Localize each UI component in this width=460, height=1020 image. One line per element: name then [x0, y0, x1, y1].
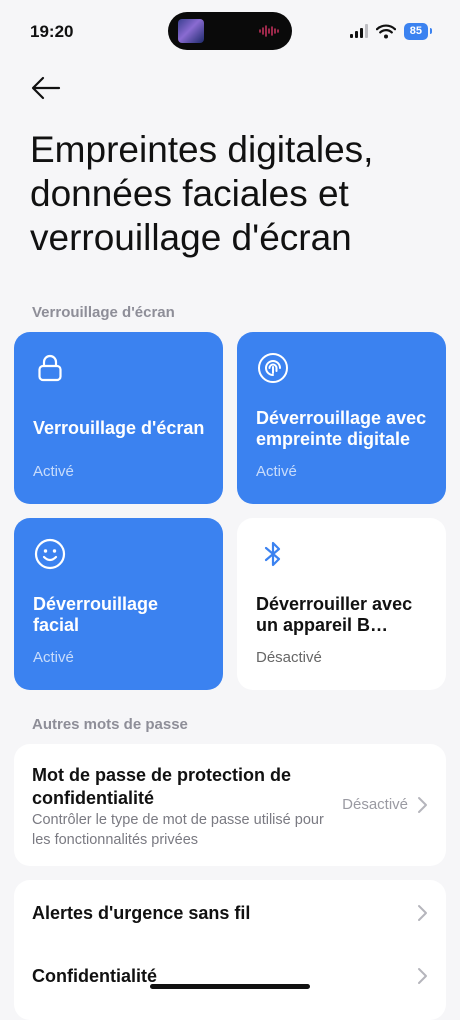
- tile-status: Activé: [256, 463, 297, 480]
- dynamic-island[interactable]: [168, 12, 292, 50]
- album-art-icon: [178, 19, 204, 43]
- page-title: Empreintes digitales, données faciales e…: [30, 129, 374, 258]
- tile-title: Verrouillage d'écran: [33, 418, 205, 438]
- audio-waveform-icon: [259, 25, 279, 37]
- chevron-right-icon: [418, 905, 427, 921]
- list-item-label: Alertes d'urgence sans fil: [32, 903, 251, 923]
- privacy-password-subtitle: Contrôler le type de mot de passe utilis…: [32, 812, 324, 848]
- tile-status: Activé: [33, 649, 74, 666]
- fingerprint-icon: [258, 353, 288, 383]
- status-icons: 85: [349, 22, 433, 40]
- section-label-other-passwords: Autres mots de passe: [32, 716, 188, 733]
- tile-title: Déverrouillage avec empreinte digitale: [256, 408, 427, 449]
- tile-bluetooth-unlock[interactable]: Déverrouiller avec un appareil B… Désact…: [237, 518, 446, 690]
- chevron-right-icon: [418, 968, 427, 984]
- lock-icon: [38, 354, 62, 382]
- list-item-privacy[interactable]: Confidentialité: [14, 946, 446, 1012]
- section-label-screen-lock: Verrouillage d'écran: [32, 304, 175, 321]
- tile-title: Déverrouiller avec un appareil B…: [256, 594, 413, 635]
- tile-screen-lock[interactable]: Verrouillage d'écran Activé: [14, 332, 223, 504]
- tile-face-unlock[interactable]: Déverrouillage facial Activé: [14, 518, 223, 690]
- privacy-password-title: Mot de passe de protection de confidenti…: [32, 765, 292, 808]
- list-item-wireless-alerts[interactable]: Alertes d'urgence sans fil: [14, 880, 446, 946]
- status-time: 19:20: [30, 22, 74, 41]
- back-arrow-icon[interactable]: [30, 74, 62, 102]
- tile-fingerprint-unlock[interactable]: Déverrouillage avec empreinte digitale A…: [237, 332, 446, 504]
- privacy-password-item[interactable]: Mot de passe de protection de confidenti…: [14, 744, 446, 866]
- privacy-password-value: Désactivé: [342, 796, 408, 813]
- battery-indicator: 85: [403, 22, 433, 40]
- settings-list: Alertes d'urgence sans fil Confidentiali…: [14, 880, 446, 1020]
- chevron-right-icon: [418, 797, 427, 813]
- status-bar: 19:20 85: [0, 0, 460, 62]
- list-item-label: Confidentialité: [32, 966, 157, 986]
- home-indicator[interactable]: [150, 984, 310, 989]
- signal-icon: [349, 24, 368, 38]
- tile-status: Activé: [33, 463, 74, 480]
- tile-status: Désactivé: [256, 649, 322, 666]
- tile-title: Déverrouillage facial: [33, 594, 159, 635]
- bluetooth-icon: [264, 541, 281, 567]
- wifi-icon: [375, 24, 396, 38]
- face-icon: [34, 538, 66, 570]
